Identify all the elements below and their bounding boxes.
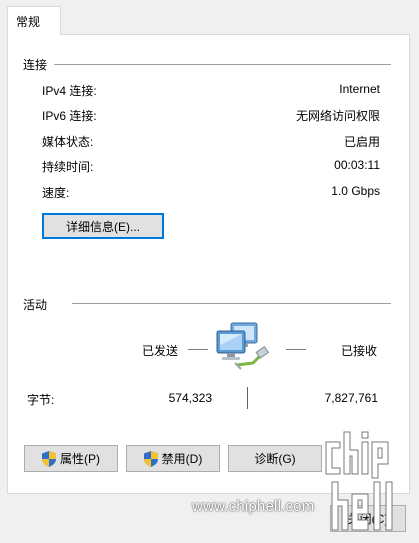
duration-value: 00:03:11 (334, 158, 380, 172)
media-state-value: 已启用 (343, 135, 380, 149)
bytes-sent-value: 574,323 (168, 391, 212, 405)
uac-shield-icon (42, 450, 56, 467)
network-computers-icon (216, 322, 270, 370)
sent-connector-line (188, 349, 208, 350)
ipv4-value: Internet (339, 82, 380, 96)
duration-row: 持续时间: 00:03:11 (42, 158, 380, 176)
watermark-url: www.chiphell.com (192, 498, 315, 515)
media-state-row: 媒体状态: 已启用 (42, 133, 380, 151)
ipv4-label: IPv4 连接: (42, 84, 97, 98)
received-connector-line (286, 349, 306, 350)
connection-group-divider (54, 64, 391, 65)
properties-button[interactable]: 属性(P) (24, 445, 118, 472)
diagnose-button[interactable]: 诊断(G) (228, 445, 322, 472)
ipv6-value: 无网络访问权限 (295, 109, 380, 123)
media-state-label: 媒体状态: (42, 135, 94, 149)
disable-button-label: 禁用(D) (161, 452, 203, 466)
general-panel: 连接 IPv4 连接: Internet IPv6 连接: 无网络访问权限 媒体… (7, 34, 410, 494)
ipv6-label: IPv6 连接: (42, 109, 97, 123)
received-label: 已接收 (341, 344, 378, 358)
bytes-received-value: 7,827,761 (324, 391, 378, 405)
disable-button[interactable]: 禁用(D) (126, 445, 220, 472)
ipv4-row: IPv4 连接: Internet (42, 82, 380, 100)
speed-value: 1.0 Gbps (331, 184, 380, 198)
speed-row: 速度: 1.0 Gbps (42, 184, 380, 202)
activity-group-title: 活动 (23, 298, 48, 312)
bytes-separator (247, 387, 248, 409)
sent-label: 已发送 (142, 344, 179, 358)
chiphell-logo-watermark (325, 431, 393, 531)
activity-group-divider (72, 303, 391, 304)
speed-label: 速度: (42, 186, 70, 200)
connection-group-title: 连接 (23, 58, 48, 72)
bytes-label: 字节: (27, 393, 55, 407)
properties-button-label: 属性(P) (60, 452, 100, 466)
uac-shield-icon (143, 450, 158, 467)
details-button[interactable]: 详细信息(E)... (42, 213, 164, 239)
ipv6-row: IPv6 连接: 无网络访问权限 (42, 107, 380, 125)
tab-general[interactable]: 常规 (7, 6, 61, 35)
duration-label: 持续时间: (42, 160, 94, 174)
